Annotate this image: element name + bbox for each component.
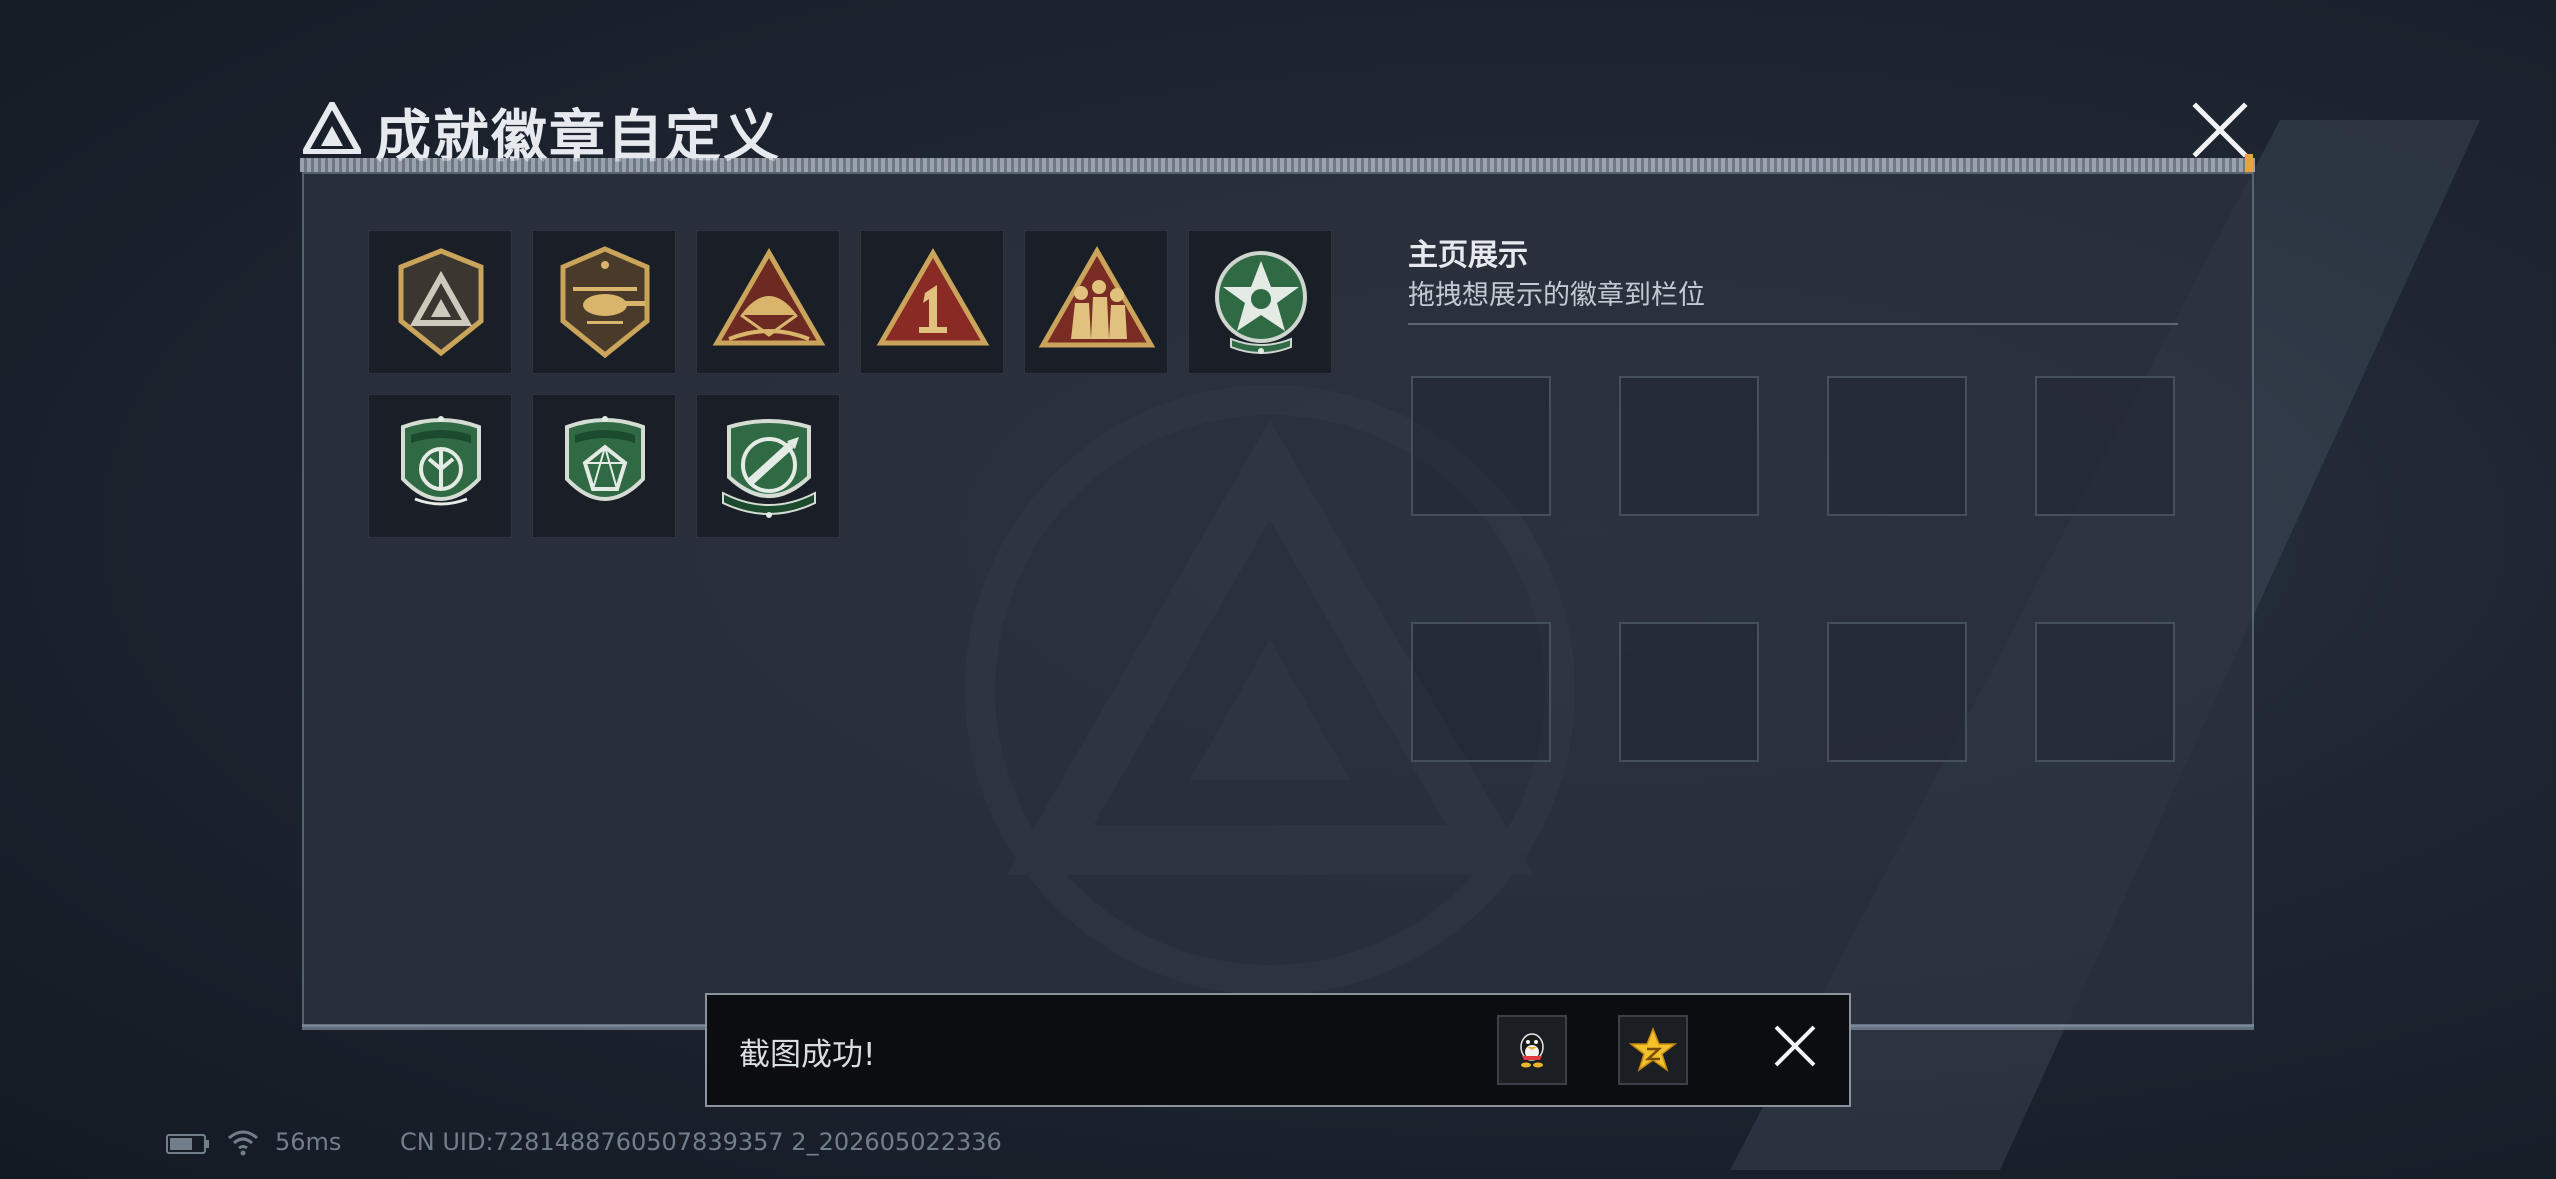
badge-slot-3[interactable]: [696, 230, 840, 374]
display-slot-1[interactable]: [1411, 376, 1551, 516]
badge-slot-8[interactable]: [532, 394, 676, 538]
soldiers-triangle-badge-icon: [1038, 245, 1156, 348]
screenshot-toast: 截图成功!: [705, 993, 1851, 1107]
green-crosshair-badge-icon: [722, 419, 816, 518]
toast-close-icon[interactable]: [1770, 1021, 1820, 1071]
display-slot-2[interactable]: [1619, 376, 1759, 516]
qq-penguin-icon: [1520, 1033, 1544, 1068]
badge-slot-6[interactable]: [1188, 230, 1332, 374]
number-one-triangle-badge-icon: [876, 248, 990, 346]
share-qzone-button[interactable]: [1618, 1015, 1688, 1085]
battery-icon: [166, 1134, 209, 1154]
badge-slot-9[interactable]: [696, 394, 840, 538]
user-uid: CN UID:7281488760507839357 2_20260502233…: [400, 1128, 1002, 1156]
toast-message: 截图成功!: [739, 1037, 876, 1073]
display-slot-8[interactable]: [2035, 622, 2175, 762]
display-section-hint: 拖拽想展示的徽章到栏位: [1408, 280, 1705, 311]
display-slot-3[interactable]: [1827, 376, 1967, 516]
badge-slot-1[interactable]: [368, 230, 512, 374]
triangle-logo-shield-badge-icon: [398, 248, 484, 357]
qzone-star-icon: [1628, 1026, 1678, 1072]
parachute-triangle-badge-icon: [712, 248, 826, 346]
green-shield-gem-badge-icon: [565, 416, 645, 501]
display-section-title: 主页展示: [1408, 238, 1528, 273]
wifi-icon: [228, 1130, 258, 1156]
helicopter-shield-badge-icon: [560, 246, 650, 359]
badge-slot-4[interactable]: [860, 230, 1004, 374]
badge-slot-7[interactable]: [368, 394, 512, 538]
display-slot-4[interactable]: [2035, 376, 2175, 516]
network-latency: 56ms: [275, 1128, 342, 1156]
share-qq-button[interactable]: [1497, 1015, 1567, 1085]
display-section-divider: [1408, 323, 2178, 325]
display-slot-6[interactable]: [1619, 622, 1759, 762]
title-divider: [300, 158, 2255, 172]
display-slot-5[interactable]: [1411, 622, 1551, 762]
close-icon[interactable]: [2190, 100, 2250, 160]
badge-slot-2[interactable]: [532, 230, 676, 374]
title-divider-accent: [2245, 154, 2253, 174]
green-star-medal-badge-icon: [1215, 251, 1307, 354]
game-logo-icon: [303, 102, 361, 154]
display-slot-7[interactable]: [1827, 622, 1967, 762]
badge-slot-5[interactable]: [1024, 230, 1168, 374]
green-shield-emblem-badge-icon: [401, 416, 481, 506]
